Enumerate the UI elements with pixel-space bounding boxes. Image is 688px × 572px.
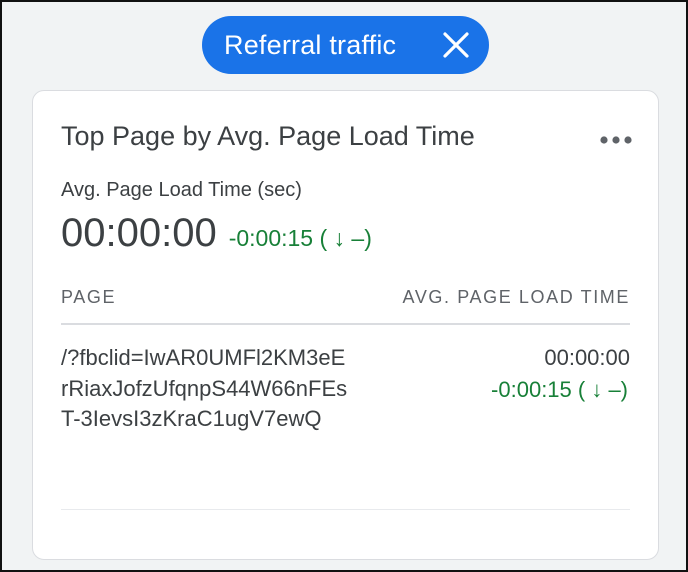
card-title: Top Page by Avg. Page Load Time <box>61 121 475 151</box>
filter-chip-referral-traffic[interactable]: Referral traffic <box>202 16 489 74</box>
metric-delta: -0:00:15 ( ↓ –) <box>228 225 372 251</box>
row-page-path[interactable]: /?fbclid=IwAR0UMFl2KM3eErRiaxJofzUfqnpS4… <box>61 343 351 435</box>
column-header-avg-page-load-time: AVG. PAGE LOAD TIME <box>402 287 630 307</box>
table-header-divider <box>61 323 630 325</box>
close-icon[interactable] <box>441 30 471 60</box>
more-horizontal-icon[interactable] <box>600 135 632 145</box>
row-delta: -0:00:15 ( ↓ –) <box>491 377 628 402</box>
filter-chip-label: Referral traffic <box>224 29 397 60</box>
table-row-divider <box>61 509 630 510</box>
metric-label: Avg. Page Load Time (sec) <box>61 179 302 201</box>
metric-row: 00:00:00 -0:00:15 ( ↓ –) <box>61 211 372 256</box>
metric-value: 00:00:00 <box>61 211 217 255</box>
row-value: 00:00:00 <box>544 345 630 370</box>
top-page-card: Top Page by Avg. Page Load Time Avg. Pag… <box>32 90 659 560</box>
column-header-page: PAGE <box>61 287 117 307</box>
